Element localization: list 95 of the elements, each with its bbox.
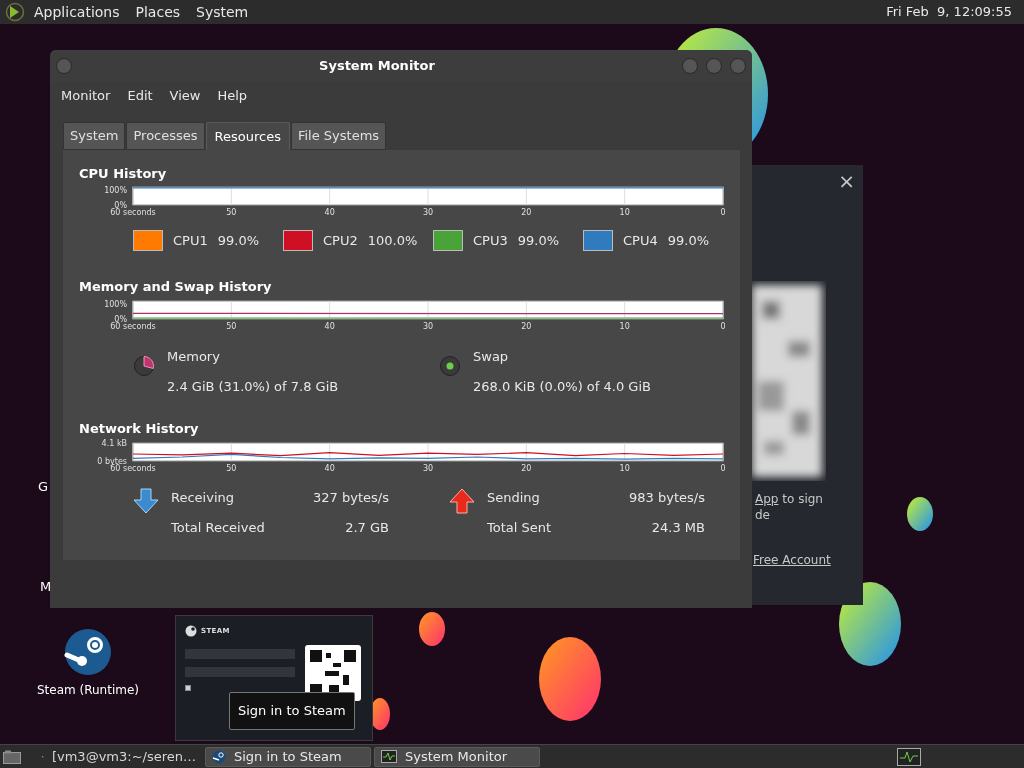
axis-tick-label: 0 bytes <box>97 457 127 466</box>
checkbox[interactable] <box>185 685 191 691</box>
taskbar-button[interactable]: [vm3@vm3:~/seren… <box>36 746 202 767</box>
axis-tick-label: 10 <box>619 464 630 473</box>
network-label: Total Received <box>171 518 266 537</box>
axis-tick-label: 60 seconds <box>110 322 156 331</box>
window-title: System Monitor <box>318 57 436 76</box>
axis-tick-label: 20 <box>521 322 532 331</box>
pie-chart-icon <box>439 355 461 377</box>
close-button[interactable] <box>730 58 746 74</box>
axis-tick-label: 30 <box>422 322 434 331</box>
section-heading: CPU History <box>79 166 168 182</box>
axis-tick-label: 10 <box>619 208 630 217</box>
axis-tick-label: 40 <box>324 464 335 473</box>
cpu-label: CPU3 <box>473 231 508 250</box>
axis-tick-label: 60 seconds <box>110 208 156 217</box>
taskbar-button[interactable]: System Monitor <box>374 746 540 767</box>
menu-item[interactable]: Monitor <box>56 86 116 106</box>
tab[interactable]: File Systems <box>290 122 387 150</box>
network-rate: 983 bytes/s <box>629 489 705 507</box>
steam-sign-in-text: App to sign <box>755 491 824 507</box>
tooltip: Sign in to Steam <box>229 692 355 730</box>
axis-tick-label: 20 <box>521 464 532 473</box>
system-monitor-applet-icon[interactable] <box>897 747 921 766</box>
axis-tick-label: 0 <box>720 322 726 331</box>
steam-icon[interactable] <box>64 628 112 676</box>
steam-sign-in-text: de <box>755 507 771 523</box>
memory-value: 2.4 GiB (31.0%) of 7.8 GiB <box>167 377 339 396</box>
axis-tick-label: 4.1 kB <box>101 439 127 448</box>
cpu-label: CPU2 <box>323 231 358 250</box>
cpu-value: 99.0% <box>217 231 259 250</box>
cpu-label: CPU4 <box>623 231 658 250</box>
network-label: Sending <box>487 489 541 507</box>
taskbar-button[interactable]: Sign in to Steam <box>205 746 371 767</box>
desktop-icon-label[interactable]: M <box>40 577 52 597</box>
input-field[interactable] <box>185 649 295 659</box>
axis-tick-label: 10 <box>619 322 630 331</box>
desktop-icon-label[interactable]: G <box>38 477 49 497</box>
section-heading: Memory and Swap History <box>79 279 273 295</box>
color-swatch[interactable] <box>133 230 163 251</box>
axis-tick-label: 100% <box>104 186 127 195</box>
axis-tick-label: 50 <box>226 322 237 331</box>
network-label: Total Sent <box>487 518 553 537</box>
panel-menu[interactable]: System <box>196 2 249 22</box>
axis-tick-label: 40 <box>324 208 335 217</box>
cpu-value: 99.0% <box>517 231 559 250</box>
axis-tick-label: 20 <box>521 208 532 217</box>
tab[interactable]: Processes <box>126 122 205 150</box>
network-label: Receiving <box>171 489 235 507</box>
menu-item[interactable]: Edit <box>122 86 158 106</box>
tab[interactable]: Resources <box>205 122 290 150</box>
minimize-button[interactable] <box>682 58 698 74</box>
axis-tick-label: 30 <box>422 464 434 473</box>
cpu-label: CPU1 <box>173 231 208 250</box>
logo-icon <box>4 2 26 22</box>
axis-tick-label: 0 <box>720 464 726 473</box>
desktop-icon-label[interactable]: Steam (Runtime) <box>36 681 139 699</box>
axis-tick-label: 30 <box>422 208 434 217</box>
axis-tick-label: 40 <box>324 322 335 331</box>
color-swatch[interactable] <box>433 230 463 251</box>
axis-tick-label: 50 <box>226 208 237 217</box>
section-heading: Network History <box>79 421 200 437</box>
up-arrow-icon <box>449 488 475 514</box>
memory-value: 268.0 KiB (0.0%) of 4.0 GiB <box>473 377 651 396</box>
memory-label: Memory <box>167 348 221 366</box>
app-link[interactable]: App <box>755 492 779 506</box>
network-rate: 327 bytes/s <box>313 489 389 507</box>
axis-tick-label: 50 <box>226 464 237 473</box>
axis-tick-label: 100% <box>104 300 127 309</box>
down-arrow-icon <box>133 488 159 514</box>
color-swatch[interactable] <box>283 230 313 251</box>
close-button[interactable]: × <box>838 169 855 193</box>
network-total: 24.3 MB <box>650 518 705 537</box>
clock[interactable]: Fri Feb 9, 12:09:55 <box>886 2 1012 22</box>
panel-menu[interactable]: Applications <box>34 2 120 22</box>
color-swatch[interactable] <box>583 230 613 251</box>
tab[interactable]: System <box>63 122 126 150</box>
cpu-value: 99.0% <box>667 231 709 250</box>
window-menu-button[interactable] <box>56 58 72 74</box>
steam-icon <box>185 625 197 637</box>
input-field[interactable] <box>185 667 295 677</box>
menu-item[interactable]: Help <box>212 86 253 106</box>
steam-icon <box>212 749 226 764</box>
axis-tick-label: 0 <box>720 208 726 217</box>
axis-tick-label: 60 seconds <box>110 464 156 473</box>
menu-item[interactable]: View <box>164 86 206 106</box>
show-desktop-icon[interactable] <box>3 749 21 764</box>
network-total: 2.7 GB <box>344 518 389 537</box>
cpu-value: 100.0% <box>367 231 418 250</box>
memory-label: Swap <box>473 348 510 366</box>
free-account-link[interactable]: Free Account <box>752 551 831 569</box>
pie-chart-icon <box>133 355 155 377</box>
monitor-icon <box>381 750 397 763</box>
maximize-button[interactable] <box>706 58 722 74</box>
panel-menu[interactable]: Places <box>135 2 181 22</box>
